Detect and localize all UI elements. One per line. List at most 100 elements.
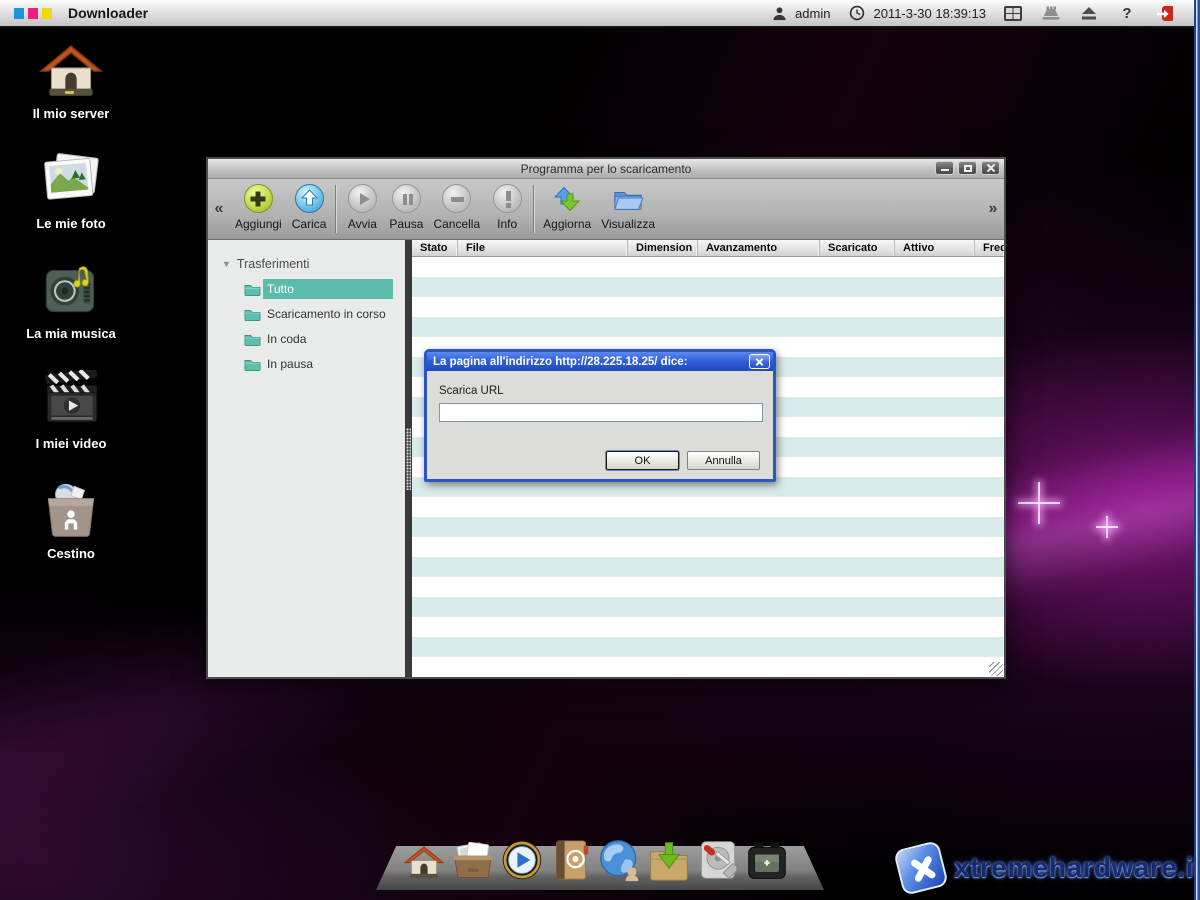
desktop-icon-label: Il mio server	[33, 106, 110, 121]
toolbar-separator	[335, 185, 336, 233]
desktop-icon-label: Le mie foto	[36, 216, 105, 231]
cancel-button[interactable]: Annulla	[687, 451, 760, 470]
minus-icon	[442, 184, 471, 213]
start-button[interactable]: Avvia	[340, 179, 384, 239]
upload-icon	[295, 184, 324, 213]
sidebar-item-in-pausa[interactable]: In pausa	[244, 353, 393, 374]
column-header-dimension[interactable]: Dimension	[628, 240, 698, 256]
dialog-title: La pagina all'indirizzo http://28.225.18…	[433, 356, 688, 368]
transfers-sidebar: ▼ Trasferimenti Tutto Scaricamento in co…	[208, 240, 405, 677]
desktop-icon-label: La mia musica	[26, 326, 116, 341]
dock-tools-icon[interactable]	[696, 834, 740, 882]
dialog-close-icon[interactable]	[749, 354, 770, 369]
app-logo-icon	[14, 8, 52, 19]
desktop-icon-my-photos[interactable]: Le mie foto	[6, 150, 136, 260]
toolbar-separator	[533, 185, 534, 233]
desktop-icon-label: Cestino	[47, 546, 95, 561]
screen-right-edge	[1194, 0, 1200, 900]
close-button[interactable]	[981, 161, 1000, 175]
music-icon	[38, 260, 104, 320]
folder-icon	[612, 184, 644, 213]
videos-icon	[38, 370, 104, 430]
wallpaper-sparkle	[1096, 516, 1118, 538]
dock-web-icon[interactable]	[598, 834, 642, 882]
info-button[interactable]: Info	[485, 179, 529, 239]
sidebar-item-scaricamento-in-corso[interactable]: Scaricamento in corso	[244, 303, 393, 324]
window-switcher-icon[interactable]	[1002, 3, 1024, 23]
toolbar-scroll-right[interactable]: »	[982, 179, 1004, 239]
caret-down-icon: ▼	[222, 259, 231, 269]
eject-icon[interactable]	[1078, 3, 1100, 23]
help-icon[interactable]: ?	[1116, 3, 1138, 23]
dock-photos-icon[interactable]	[451, 834, 495, 882]
xtremehardware-logo-icon	[893, 840, 949, 896]
dock-media-player-icon[interactable]	[500, 834, 544, 882]
refresh-icon	[551, 184, 583, 213]
column-header-file[interactable]: File	[458, 240, 628, 256]
desktop-icon-my-server[interactable]: Il mio server	[6, 40, 136, 150]
column-header-scaricato[interactable]: Scaricato	[820, 240, 895, 256]
plus-icon	[244, 184, 273, 213]
ok-button[interactable]: OK	[606, 451, 679, 470]
maximize-button[interactable]	[958, 161, 977, 175]
sidebar-item-in-coda[interactable]: In coda	[244, 328, 393, 349]
tree-root-label: Trasferimenti	[237, 257, 309, 271]
screen: Downloader admin 2011-3-30 18:39:13	[0, 0, 1200, 900]
column-header-avanzamento[interactable]: Avanzamento	[698, 240, 820, 256]
window-toolbar: « Aggiungi Carica Avvia Pausa	[208, 179, 1004, 240]
folder-teal-icon	[244, 307, 261, 321]
minimize-button[interactable]	[935, 161, 954, 175]
dock	[402, 834, 789, 882]
folder-teal-icon	[244, 332, 261, 346]
url-input[interactable]	[439, 403, 763, 422]
photos-icon	[38, 150, 104, 210]
column-header-stato[interactable]: Stato	[412, 240, 458, 256]
column-header-attivo[interactable]: Attivo	[895, 240, 975, 256]
home-icon	[38, 40, 104, 100]
window-titlebar[interactable]: Programma per lo scaricamento	[208, 159, 1004, 179]
splitter-grip-icon	[406, 428, 411, 490]
user-menu[interactable]: admin	[768, 3, 830, 23]
url-prompt-dialog: La pagina all'indirizzo http://28.225.18…	[424, 349, 776, 482]
desktop-icon-trash[interactable]: Cestino	[6, 480, 136, 590]
trash-icon	[38, 480, 104, 540]
pause-icon	[392, 184, 421, 213]
dock-home-icon[interactable]	[402, 834, 446, 882]
dock-downloads-icon[interactable]	[647, 834, 691, 882]
watermark: xtremehardware.it	[898, 838, 1198, 898]
url-field-label: Scarica URL	[439, 385, 504, 397]
wallpaper-sparkle	[1018, 482, 1060, 524]
refresh-button[interactable]: Aggiorna	[538, 179, 596, 239]
dock-utility-icon[interactable]	[745, 834, 789, 882]
user-icon	[768, 3, 790, 23]
folder-teal-icon	[244, 282, 261, 296]
view-button[interactable]: Visualizza	[596, 179, 660, 239]
desktop-icon-my-videos[interactable]: I miei video	[6, 370, 136, 480]
top-menu-bar: Downloader admin 2011-3-30 18:39:13	[0, 0, 1200, 28]
add-download-button[interactable]: Aggiungi	[230, 179, 287, 239]
column-header-freq[interactable]: Freq	[975, 240, 1004, 256]
clock-icon	[846, 3, 868, 23]
watermark-text: xtremehardware.it	[954, 852, 1200, 884]
window-resize-grip[interactable]	[989, 662, 1003, 676]
dock-contacts-icon[interactable]	[549, 834, 593, 882]
desktop-icon-column: Il mio server Le mie foto	[6, 40, 136, 590]
folder-teal-icon	[244, 357, 261, 371]
dialog-titlebar[interactable]: La pagina all'indirizzo http://28.225.18…	[427, 352, 773, 371]
datetime-text: 2011-3-30 18:39:13	[873, 6, 986, 21]
desktop-icon-my-music[interactable]: La mia musica	[6, 260, 136, 370]
logout-icon[interactable]	[1154, 3, 1176, 23]
toolbar-scroll-left[interactable]: «	[208, 179, 230, 239]
sidebar-item-tutto[interactable]: Tutto	[244, 278, 393, 299]
play-icon	[348, 184, 377, 213]
sidebar-splitter[interactable]	[405, 240, 412, 677]
clock-display: 2011-3-30 18:39:13	[846, 3, 986, 23]
exclamation-icon	[493, 184, 522, 213]
window-title: Programma per lo scaricamento	[521, 162, 692, 176]
table-header-row: Stato File Dimension Avanzamento Scarica…	[412, 240, 1004, 257]
upload-torrent-button[interactable]: Carica	[287, 179, 332, 239]
pause-button[interactable]: Pausa	[384, 179, 428, 239]
tree-root-trasferimenti[interactable]: ▼ Trasferimenti	[222, 254, 405, 274]
devices-icon[interactable]	[1040, 3, 1062, 23]
delete-button[interactable]: Cancella	[428, 179, 485, 239]
